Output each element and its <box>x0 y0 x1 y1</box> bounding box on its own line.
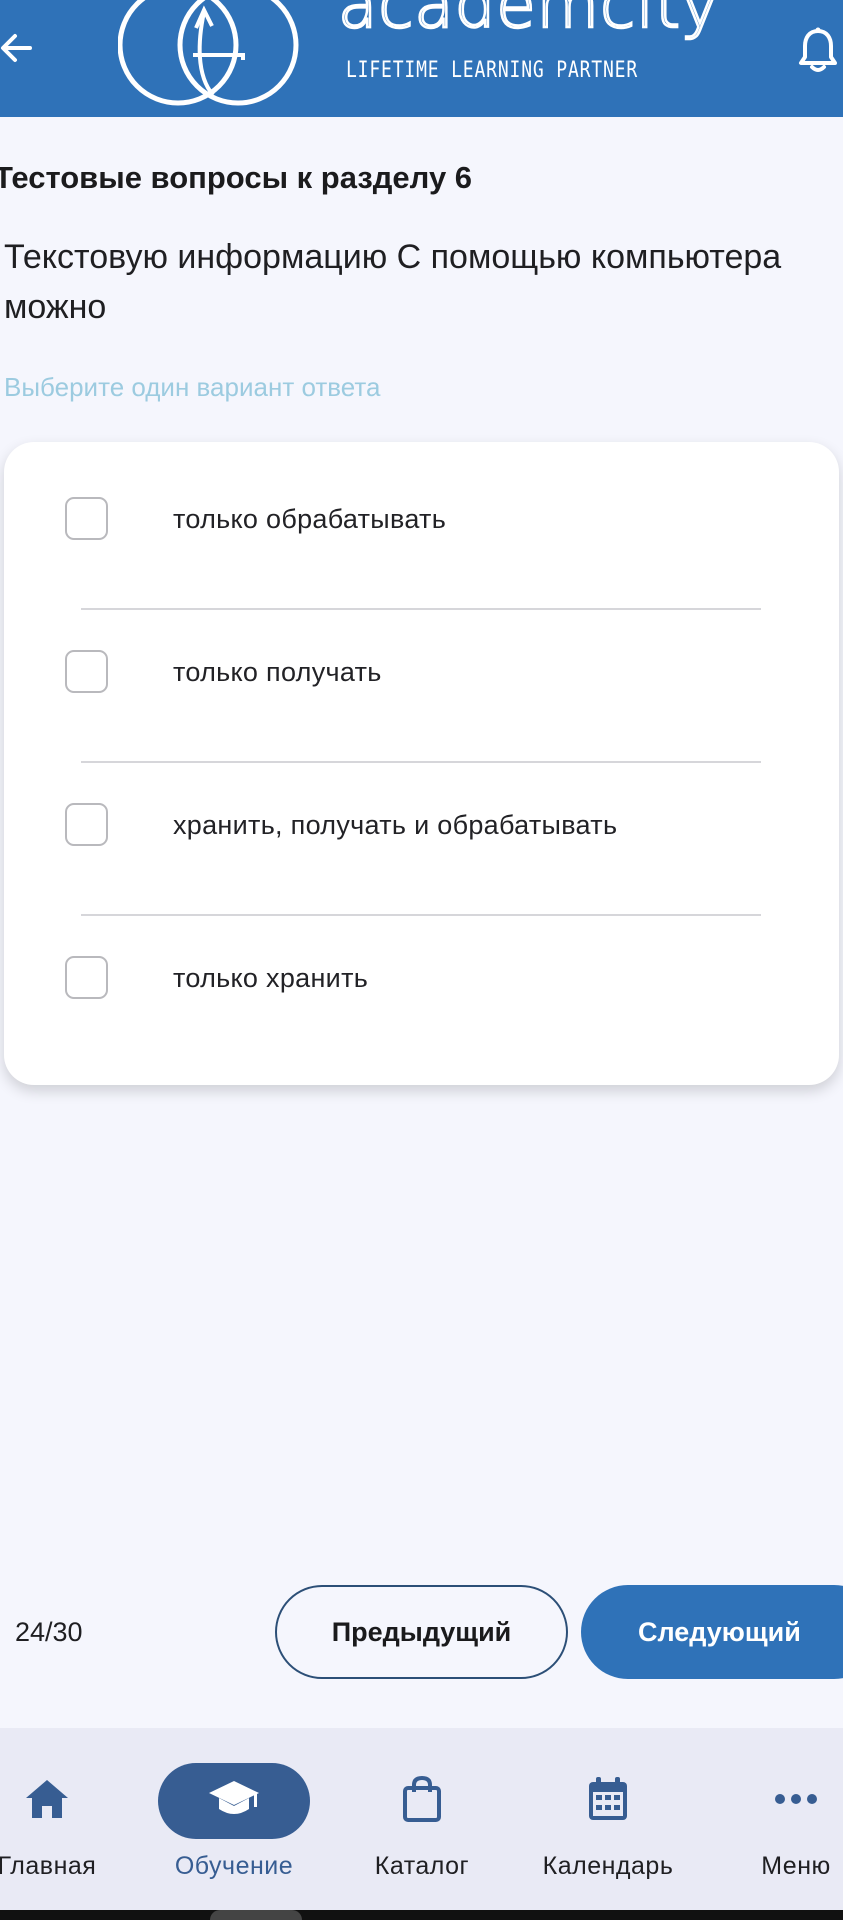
app-header: academcity LIFETIME LEARNING PARTNER <box>0 0 843 117</box>
nav-item-menu[interactable]: Меню <box>711 1728 843 1910</box>
bell-icon <box>798 27 838 78</box>
question-text: Текстовую информацию С помощью компьютер… <box>4 238 782 326</box>
nav-label: Календарь <box>542 1852 674 1880</box>
brand-tagline: LIFETIME LEARNING PARTNER <box>346 58 639 83</box>
answer-label: хранить, получать и обрабатывать <box>173 809 618 840</box>
more-dots-icon <box>774 1792 818 1810</box>
question-progress: 24/30 <box>15 1617 83 1647</box>
answer-label: только получать <box>173 656 382 687</box>
back-button[interactable] <box>0 20 40 80</box>
answer-hint: Выберите один вариант ответа <box>4 372 381 402</box>
brand-name: academcity <box>337 0 720 43</box>
notifications-button[interactable] <box>798 22 843 82</box>
home-icon <box>24 1778 70 1825</box>
calendar-icon <box>587 1776 629 1827</box>
system-gesture-bar <box>0 1910 843 1920</box>
answer-label: только обрабатывать <box>173 503 447 534</box>
answer-option[interactable]: только хранить <box>4 901 839 1054</box>
nav-item-home[interactable]: Главная <box>0 1728 142 1910</box>
answer-option[interactable]: только обрабатывать <box>4 442 839 595</box>
academcity-logo-icon <box>117 0 308 115</box>
graduation-cap-icon <box>207 1779 261 1824</box>
answer-checkbox[interactable] <box>65 955 108 999</box>
answer-option[interactable]: только получать <box>4 595 839 748</box>
answer-label: только хранить <box>173 962 369 993</box>
nav-label: Меню <box>761 1852 831 1880</box>
gesture-handle[interactable] <box>210 1910 302 1920</box>
bottom-navigation: Главная Обучение Каталог Календарь Меню <box>0 1728 843 1910</box>
answer-checkbox[interactable] <box>65 802 108 846</box>
previous-button[interactable]: Предыдущий <box>275 1585 568 1679</box>
answer-checkbox[interactable] <box>65 649 108 693</box>
section-title: Тестовые вопросы к разделу 6 <box>0 160 473 195</box>
answer-option[interactable]: хранить, получать и обрабатывать <box>4 748 839 901</box>
answer-checkbox[interactable] <box>65 496 108 540</box>
nav-label: Обучение <box>174 1852 294 1880</box>
arrow-left-icon <box>0 33 34 68</box>
answers-card: только обрабатывать только получать хран… <box>4 442 839 1085</box>
next-button[interactable]: Следующий <box>581 1585 843 1679</box>
nav-item-calendar[interactable]: Календарь <box>513 1728 703 1910</box>
nav-label: Главная <box>0 1852 97 1880</box>
shopping-bag-icon <box>402 1775 442 1827</box>
nav-item-learning[interactable]: Обучение <box>139 1728 329 1910</box>
nav-label: Каталог <box>374 1852 470 1880</box>
nav-item-catalog[interactable]: Каталог <box>327 1728 517 1910</box>
